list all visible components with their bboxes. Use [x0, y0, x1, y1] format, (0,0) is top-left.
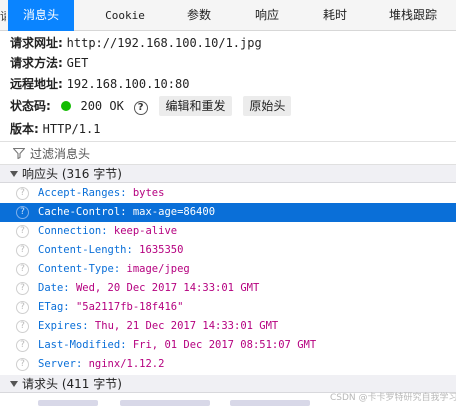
response-headers-title: 响应头 (316 字节) [22, 167, 122, 181]
header-value: max-age=86400 [132, 206, 216, 218]
help-icon[interactable]: ? [16, 320, 29, 333]
edit-resend-button[interactable]: 编辑和重发 [159, 96, 232, 116]
partial-text-fragment [120, 400, 210, 406]
header-row-expires[interactable]: ? Expires: Thu, 21 Dec 2017 14:33:01 GMT [0, 317, 456, 336]
partial-text-fragment [230, 400, 310, 406]
header-value: nginx/1.12.2 [88, 358, 165, 370]
tab-params[interactable]: 参数 [168, 0, 230, 31]
header-value: bytes [132, 187, 165, 199]
header-name: Last-Modified [38, 339, 121, 351]
header-separator: : [63, 282, 76, 294]
response-headers-section[interactable]: 响应头 (316 字节) [0, 165, 456, 183]
request-headers-title: 请求头 (411 字节) [22, 377, 122, 391]
header-separator: : [75, 358, 89, 370]
status-ok-icon [60, 101, 71, 111]
header-value: Wed, 20 Dec 2017 14:33:01 GMT [75, 282, 260, 294]
status-row: 状态码: 200 OK ? 编辑和重发 原始头 [10, 96, 299, 116]
request-method-row: 请求方法: GET [10, 53, 88, 73]
status-label: 状态码: [10, 99, 51, 113]
header-separator: : [113, 263, 127, 275]
expand-triangle-icon [10, 171, 18, 177]
header-row-connection[interactable]: ? Connection: keep-alive [0, 222, 456, 241]
header-value: Fri, 01 Dec 2017 08:51:07 GMT [132, 339, 317, 351]
header-row-accept-ranges[interactable]: ? Accept-Ranges: bytes [0, 184, 456, 203]
request-method-value: GET [66, 56, 89, 70]
tab-headers[interactable]: 消息头 [8, 0, 74, 31]
header-row-server[interactable]: ? Server: nginx/1.12.2 [0, 355, 456, 374]
header-separator: : [120, 206, 133, 218]
partial-text-fragment [38, 400, 98, 406]
header-name: Date [38, 282, 64, 294]
help-icon[interactable]: ? [16, 339, 29, 352]
header-separator: : [126, 244, 140, 256]
header-row-etag[interactable]: ? ETag: "5a2117fb-18f416" [0, 298, 456, 317]
header-value: 1635350 [139, 244, 184, 256]
header-separator: : [120, 339, 133, 351]
version-label: 版本: [10, 122, 39, 136]
help-icon[interactable]: ? [16, 244, 29, 257]
request-method-label: 请求方法: [10, 56, 63, 70]
help-icon[interactable]: ? [16, 187, 29, 200]
header-value: image/jpeg [126, 263, 190, 275]
watermark: CSDN @卡卡罗特研究自我学习 [330, 393, 456, 403]
tab-cookie[interactable]: Cookie [92, 0, 158, 31]
header-row-content-type[interactable]: ? Content-Type: image/jpeg [0, 260, 456, 279]
version-row: 版本: HTTP/1.1 [10, 119, 100, 139]
header-name: Cache-Control [38, 206, 121, 218]
tab-edge-fragment: 请 [0, 10, 6, 22]
help-icon[interactable]: ? [16, 225, 29, 238]
filter-headers-input[interactable] [30, 144, 430, 163]
expand-triangle-icon [10, 381, 18, 387]
tab-timings[interactable]: 耗时 [304, 0, 366, 31]
remote-address-row: 远程地址: 192.168.100.10:80 [10, 74, 189, 94]
header-name: Accept-Ranges [38, 187, 121, 199]
header-row-cache-control[interactable]: ? Cache-Control: max-age=86400 [0, 203, 456, 222]
header-row-date[interactable]: ? Date: Wed, 20 Dec 2017 14:33:01 GMT [0, 279, 456, 298]
header-value: "5a2117fb-18f416" [75, 301, 184, 313]
header-row-last-modified[interactable]: ? Last-Modified: Fri, 01 Dec 2017 08:51:… [0, 336, 456, 355]
header-separator: : [120, 187, 133, 199]
remote-address-value: 192.168.100.10:80 [66, 77, 190, 91]
header-name: Content-Length [38, 244, 127, 256]
help-icon[interactable]: ? [16, 282, 29, 295]
header-name: ETag [38, 301, 64, 313]
help-icon[interactable]: ? [16, 301, 29, 314]
tab-response[interactable]: 响应 [236, 0, 298, 31]
request-url-label: 请求网址: [10, 36, 63, 50]
funnel-icon [12, 147, 26, 160]
header-name: Connection [38, 225, 102, 237]
request-url-value: http://192.168.100.10/1.jpg [66, 36, 262, 50]
header-separator: : [63, 301, 76, 313]
request-url-row: 请求网址: http://192.168.100.10/1.jpg [10, 33, 262, 53]
header-name: Expires [38, 320, 83, 332]
header-value: keep-alive [113, 225, 178, 237]
filter-bar [0, 141, 456, 165]
header-separator: : [101, 225, 114, 237]
header-separator: : [82, 320, 95, 332]
remote-address-label: 远程地址: [10, 77, 63, 91]
header-name: Server [38, 358, 76, 370]
version-value: HTTP/1.1 [42, 122, 101, 136]
help-icon[interactable]: ? [16, 206, 29, 219]
header-value: Thu, 21 Dec 2017 14:33:01 GMT [94, 320, 279, 332]
tab-bar: 请 消息头 Cookie 参数 响应 耗时 堆栈跟踪 [0, 0, 456, 31]
help-icon[interactable]: ? [16, 263, 29, 276]
status-value: 200 OK [80, 99, 124, 113]
header-row-content-length[interactable]: ? Content-Length: 1635350 [0, 241, 456, 260]
header-name: Content-Type [38, 263, 114, 275]
help-icon[interactable]: ? [133, 101, 148, 115]
help-icon[interactable]: ? [16, 358, 29, 371]
tab-stack-trace[interactable]: 堆栈跟踪 [378, 0, 448, 31]
raw-headers-button[interactable]: 原始头 [243, 96, 292, 116]
